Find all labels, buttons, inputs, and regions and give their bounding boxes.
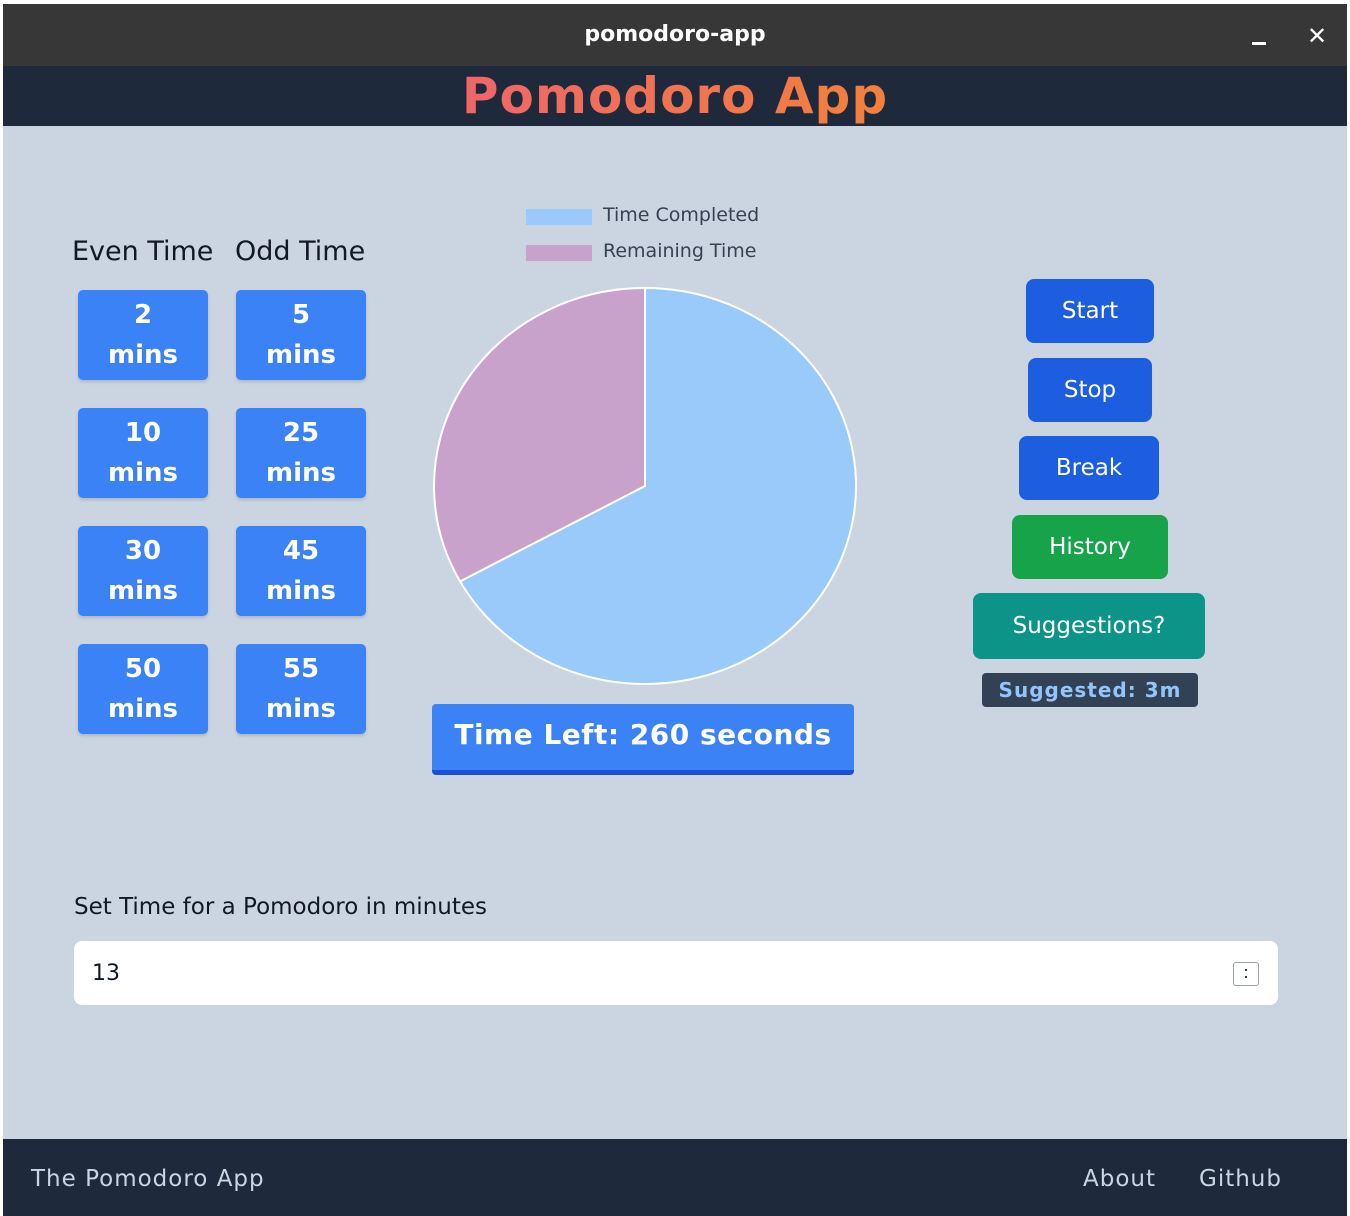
stop-button[interactable]: Stop (1028, 358, 1152, 422)
preset-unit: mins (266, 576, 336, 606)
preset-value: 30 (124, 536, 162, 566)
legend-swatch-time-completed (526, 209, 592, 225)
time-left-display: Time Left: 260 seconds (432, 704, 854, 775)
spinner-up-icon (1245, 969, 1247, 971)
pie-chart (433, 286, 857, 685)
preset-value: 55 (282, 654, 320, 684)
preset-unit: mins (266, 458, 336, 488)
even-time-heading: Even Time (72, 236, 214, 267)
preset-button-55-mins[interactable]: 55 mins (236, 644, 366, 734)
minimize-button[interactable] (1239, 22, 1279, 52)
preset-value: 25 (282, 418, 320, 448)
preset-unit: mins (266, 340, 336, 370)
preset-button-30-mins[interactable]: 30 mins (78, 526, 208, 616)
preset-unit: mins (108, 340, 178, 370)
preset-button-5-mins[interactable]: 5 mins (236, 290, 366, 380)
pomodoro-minutes-input[interactable] (74, 941, 1278, 1005)
legend-swatch-remaining-time (526, 245, 592, 261)
preset-value: 2 (133, 300, 153, 330)
preset-unit: mins (108, 458, 178, 488)
preset-unit: mins (266, 694, 336, 724)
preset-button-50-mins[interactable]: 50 mins (78, 644, 208, 734)
history-button[interactable]: History (1012, 515, 1168, 579)
start-button[interactable]: Start (1026, 279, 1154, 343)
preset-button-2-mins[interactable]: 2 mins (78, 290, 208, 380)
app-header: Pomodoro App (3, 66, 1347, 126)
preset-value: 5 (291, 300, 311, 330)
number-spinner[interactable] (1233, 962, 1259, 986)
footer-link-about[interactable]: About (1083, 1139, 1156, 1216)
preset-value: 10 (124, 418, 162, 448)
footer-link-github[interactable]: Github (1199, 1139, 1282, 1216)
preset-button-10-mins[interactable]: 10 mins (78, 408, 208, 498)
break-button[interactable]: Break (1019, 436, 1159, 500)
preset-value: 50 (124, 654, 162, 684)
footer-brand: The Pomodoro App (31, 1166, 265, 1192)
suggested-badge: Suggested: 3m (982, 673, 1198, 707)
pomodoro-minutes-label: Set Time for a Pomodoro in minutes (74, 894, 488, 920)
window-title: pomodoro-app (584, 22, 766, 47)
minimize-icon (1252, 42, 1266, 45)
suggestions-button[interactable]: Suggestions? (973, 593, 1205, 659)
spinner-down-icon (1245, 976, 1247, 978)
close-icon: ✕ (1306, 22, 1328, 50)
close-button[interactable]: ✕ (1299, 18, 1335, 54)
preset-value: 45 (282, 536, 320, 566)
preset-unit: mins (108, 694, 178, 724)
title-bar: pomodoro-app ✕ (3, 4, 1347, 66)
footer: The Pomodoro App About Github (3, 1139, 1347, 1216)
odd-time-heading: Odd Time (235, 236, 366, 267)
app-window: pomodoro-app ✕ Pomodoro App Even Time Od… (3, 4, 1347, 1216)
legend-label-time-completed: Time Completed (603, 204, 760, 226)
preset-unit: mins (108, 576, 178, 606)
preset-button-25-mins[interactable]: 25 mins (236, 408, 366, 498)
preset-button-45-mins[interactable]: 45 mins (236, 526, 366, 616)
legend-label-remaining-time: Remaining Time (603, 240, 757, 262)
app-title: Pomodoro App (3, 66, 1347, 126)
